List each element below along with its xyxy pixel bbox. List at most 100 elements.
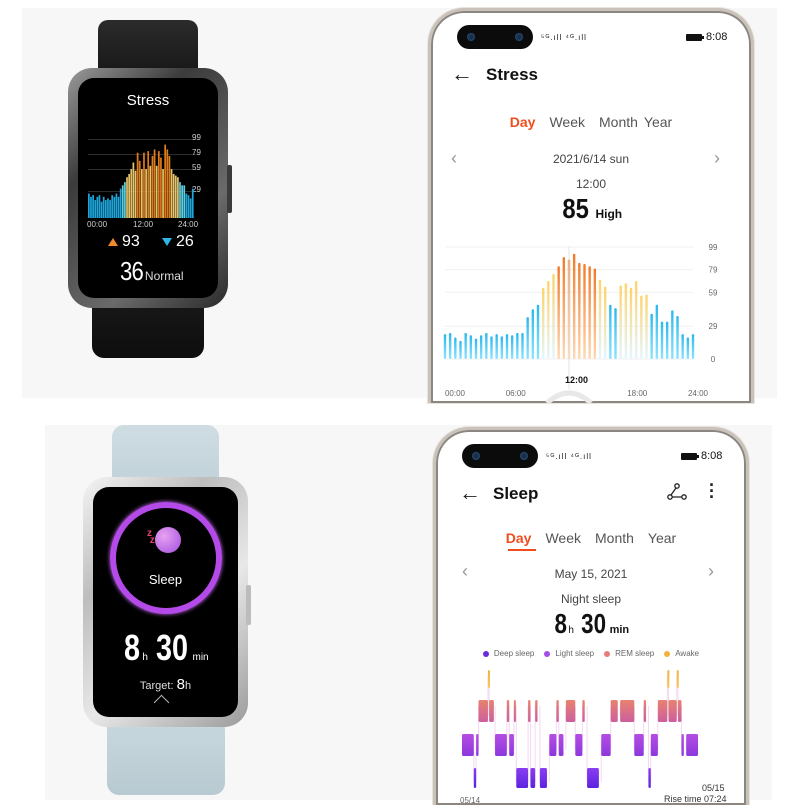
selected-stress-value: 85 [562,193,589,224]
watch-stress-bar [177,177,179,218]
sleep-stage-segment [686,734,698,756]
sleep-stage-segment [539,768,547,788]
watch-stress-bar [164,144,167,218]
sleep-stage-segment [473,768,477,788]
sleep-stage-segment [667,670,670,688]
stress-bar [541,287,545,359]
legend-dot-icon [482,650,489,657]
sleep-stage-segment [556,700,559,722]
sleep-stage-segment [535,700,538,722]
stress-bar [655,304,659,359]
sleep-stage-segment [601,734,611,756]
sleep-stage-segment [657,700,668,722]
watch-x-tick: 12:00 [133,220,154,229]
legend-awake: Awake [664,649,699,658]
stress-bar [500,336,504,359]
status-time: 8:08 [706,31,728,43]
tab-month[interactable]: Month [595,530,634,546]
x-tick-label: 24:00 [688,389,709,398]
stress-bar [593,268,597,359]
watch-stress-chart [88,144,194,218]
sleep-stage-segment [620,700,635,722]
stress-bar [474,338,478,359]
watch-stress-bar [104,200,107,218]
watch-stress-bar [128,173,130,218]
sleep-stage-segment [610,700,618,722]
stress-bar [671,310,674,359]
watch-sleep-target: Target: 8h [93,676,238,693]
y-tick-label: 59 [709,288,718,297]
stress-bar [583,263,586,359]
x-tick-label: 06:00 [506,389,527,398]
watch-stress-bar [157,151,160,218]
tab-week[interactable]: Week [545,530,581,546]
y-tick-label: 29 [709,322,718,331]
stress-bar [536,304,540,359]
watch-stress-title: Stress [126,92,170,109]
watch-sleep-hours: 8 [124,627,141,668]
stress-bar [572,253,576,359]
tab-day[interactable]: Day [510,114,536,130]
legend-label: Light sleep [555,649,595,658]
back-arrow-icon[interactable]: ← [459,482,481,504]
watch-target-unit: h [184,680,192,692]
watch-stress-bar [149,165,152,218]
stress-watch-screen: Stress 99 79 59 29 00:00 12:00 24:00 93 … [78,78,218,298]
watch-stress-bar [153,149,156,218]
watch-sleep-title: Sleep [148,572,183,587]
zzz-icon: z z [147,528,155,546]
sleep-stages-chart[interactable] [436,670,746,790]
watch-sleep-minutes: 30 [156,627,189,668]
watch-stress-bar [113,196,116,218]
stress-bar [660,321,664,359]
tab-year[interactable]: Year [644,114,672,130]
period-tabs: Day Week Month Year [436,530,746,546]
sleep-stage-segment [509,734,514,756]
stress-bar [691,334,695,359]
stress-bar [598,279,602,359]
watch-stress-bar [168,156,171,218]
watch-stress-bar [166,149,169,218]
watch-stress-bar [124,182,126,218]
watch-min-value: 26 [176,233,194,250]
watch-stress-bar [117,196,120,218]
watch-target-value: 8 [176,676,185,693]
watch-stress-bar [187,195,190,218]
watch-stress-bar [102,196,105,218]
end-date: 05/15 [702,783,725,793]
stress-bar [485,332,488,359]
tab-year[interactable]: Year [648,530,676,546]
watch-stress-bar [162,169,164,218]
tab-month[interactable]: Month [599,114,638,130]
watch-side-button[interactable] [227,165,232,213]
watch-stress-bar [145,169,147,218]
stress-bar [588,266,591,359]
tab-week[interactable]: Week [549,114,585,130]
sleep-phone: ⁵ᴳ.ıll ⁴ᴳ.ıll 8:08 ← Sleep · · · Day Week … [433,427,749,805]
stress-bar [490,336,493,359]
chevron-up-icon[interactable] [153,694,170,711]
sleep-stage-segment [582,700,585,722]
sleep-stage-segment [681,734,684,756]
start-date: 05/14 [460,796,481,805]
tab-day[interactable]: Day [506,530,532,546]
stress-day-chart[interactable]: 0 29 59 79 99 00:00 06:00 12:00 18:00 24:00 [431,233,745,403]
share-icon[interactable] [667,483,687,501]
battery-icon [686,34,704,41]
stress-bar [505,334,509,359]
time-slider-handle[interactable] [545,390,593,403]
watch-side-button[interactable] [246,585,251,625]
y-tick-label: 99 [709,243,718,252]
sleep-stage-segment [478,700,488,722]
watch-stress-bar [98,195,101,218]
watch-stress-bar [126,177,128,218]
camera-lens-icon [472,452,480,460]
watch-stress-bar [138,160,141,218]
stress-bar [681,334,684,359]
sleep-stage-segment [513,700,516,722]
watch-stress-bar [94,200,97,218]
more-options-icon[interactable]: · · · [709,476,715,506]
back-arrow-icon[interactable]: ← [451,63,473,85]
sleep-stage-segment [668,700,677,722]
active-tab-indicator [508,549,536,551]
